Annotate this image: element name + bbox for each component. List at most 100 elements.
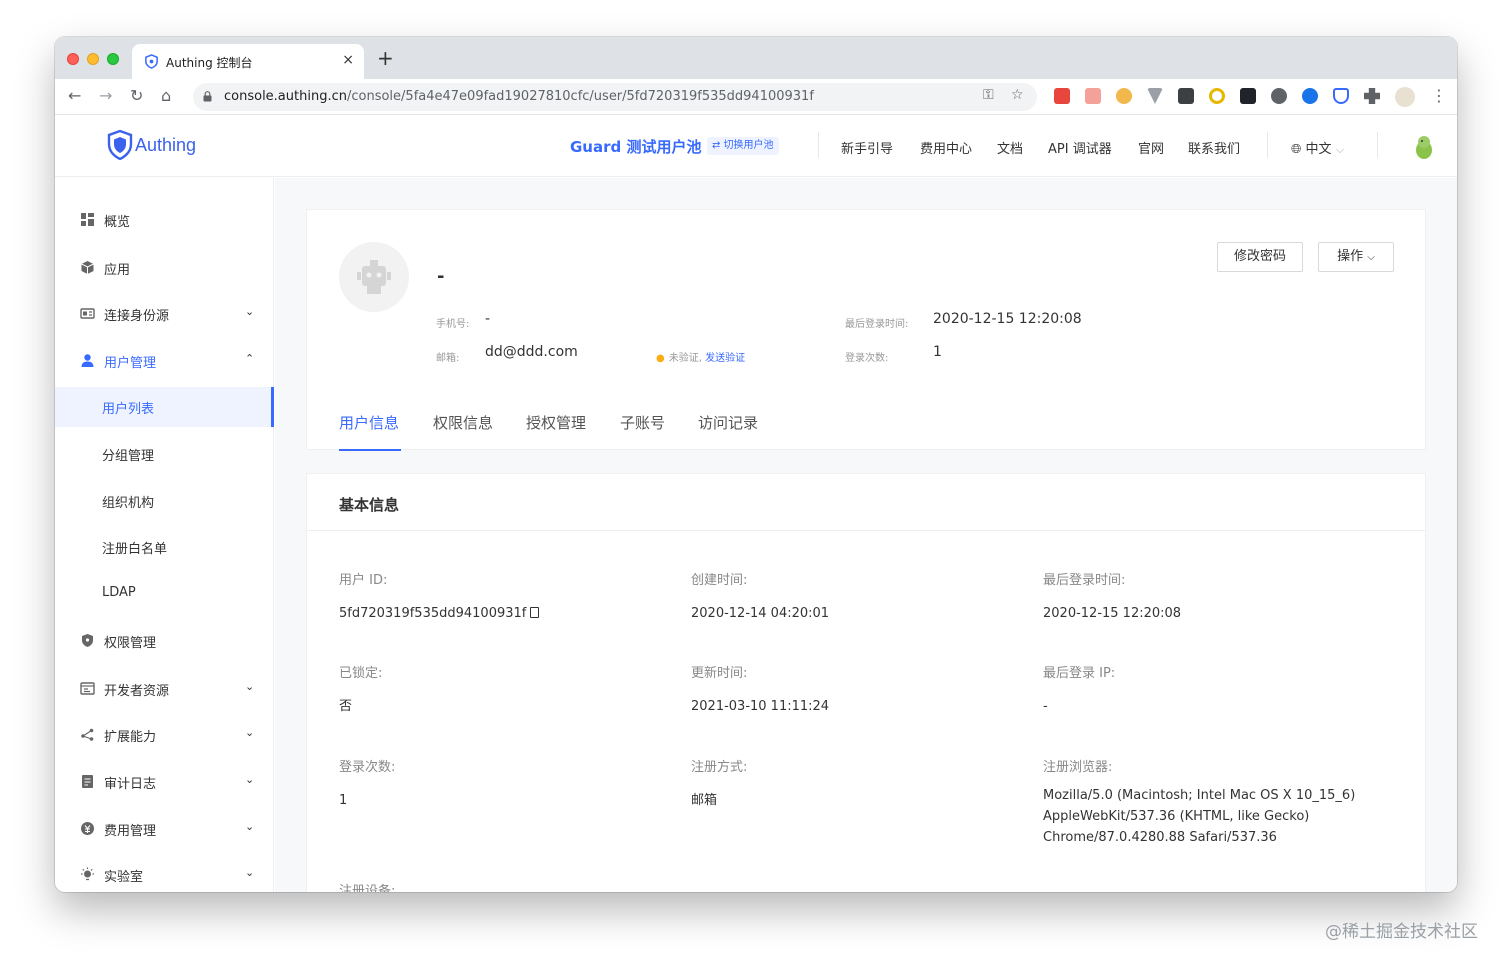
switch-pool-button[interactable]: ⇄ 切换用户池 [707, 137, 779, 155]
extension-react-icon[interactable] [1240, 88, 1256, 104]
sidebar-item-user-management[interactable]: 用户管理 ⌃ [55, 341, 274, 381]
tab-user-info[interactable]: 用户信息 [339, 412, 399, 433]
lock-icon [203, 91, 212, 102]
sidebar-item-developer[interactable]: 开发者资源 ⌄ [55, 669, 274, 709]
chevron-down-icon: ⌄ [245, 866, 255, 879]
minimize-window-button[interactable] [87, 53, 99, 65]
tab-authorization[interactable]: 授权管理 [526, 412, 586, 433]
actions-dropdown-button[interactable]: 操作 ⌵ [1318, 242, 1394, 272]
extensions-puzzle-icon[interactable] [1364, 88, 1380, 104]
basic-info-title: 基本信息 [339, 496, 400, 514]
key-icon[interactable]: ⚿ [983, 87, 994, 103]
header-divider [1377, 132, 1378, 158]
divider [307, 530, 1425, 531]
copy-icon[interactable] [530, 607, 540, 618]
nav-official-site[interactable]: 官网 [1138, 138, 1164, 157]
extension-vue-icon[interactable] [1147, 88, 1163, 104]
sidebar-item-label: 概览 [104, 215, 131, 230]
tab-access-log[interactable]: 访问记录 [698, 412, 758, 433]
sidebar-item-permissions[interactable]: 权限管理 [55, 621, 274, 661]
field-value: - [1043, 699, 1048, 714]
sidebar-item-audit-log[interactable]: 审计日志 ⌄ [55, 762, 274, 802]
nav-docs[interactable]: 文档 [997, 138, 1023, 157]
email-verify-status: ● 未验证, 发送验证 [656, 353, 746, 364]
sidebar-subitem-label: 用户列表 [102, 402, 155, 417]
user-icon [81, 354, 94, 367]
chevron-down-icon: ⌄ [245, 305, 255, 318]
nav-api-explorer[interactable]: API 调试器 [1048, 138, 1112, 157]
extension-fe-icon[interactable] [1054, 88, 1070, 104]
user-profile-card: - 手机号: - 邮箱: dd@ddd.com ● 未验证, 发送验证 最后登录时… [306, 209, 1426, 451]
sidebar-item-billing[interactable]: 费用管理 ⌄ [55, 809, 274, 849]
more-menu-icon[interactable]: ⋮ [1431, 86, 1447, 105]
chevron-up-icon: ⌃ [245, 352, 255, 365]
logo-text[interactable]: Authing [135, 135, 196, 156]
nav-contact[interactable]: 联系我们 [1188, 138, 1240, 157]
sidebar-item-label: 连接身份源 [104, 309, 170, 324]
robot-avatar [339, 242, 409, 312]
sidebar-item-extensions[interactable]: 扩展能力 ⌄ [55, 715, 274, 755]
sidebar-subitem-user-list[interactable]: 用户列表 [55, 387, 274, 427]
sidebar-item-label: 扩展能力 [104, 730, 157, 745]
home-icon[interactable]: ⌂ [161, 86, 171, 105]
new-tab-button[interactable]: + [377, 48, 394, 68]
sidebar-item-label: 实验室 [104, 870, 144, 885]
chevron-down-icon: ⌵ [1335, 143, 1345, 156]
sidebar-subitem-whitelist[interactable]: 注册白名单 [55, 527, 274, 567]
sidebar-item-label: 权限管理 [104, 636, 157, 651]
close-window-button[interactable] [67, 53, 79, 65]
app-cube-icon [81, 261, 94, 274]
phone-label: 手机号: [436, 319, 470, 330]
extension-tree-icon[interactable] [1085, 88, 1101, 104]
forward-icon[interactable]: → [99, 86, 112, 105]
extension-chat-icon[interactable] [1271, 88, 1287, 104]
nav-billing-center[interactable]: 费用中心 [920, 138, 972, 157]
lab-bulb-icon [81, 867, 94, 881]
send-verification-link[interactable]: 发送验证 [705, 353, 745, 364]
field-value: 1 [339, 793, 348, 808]
sidebar-subitem-organization[interactable]: 组织机构 [55, 481, 274, 521]
chevron-down-icon: ⌄ [245, 820, 255, 833]
field-label: 注册设备: [339, 884, 396, 892]
field-label: 注册浏览器: [1043, 760, 1113, 775]
profile-avatar-icon[interactable] [1395, 87, 1415, 107]
extension-grid-icon[interactable] [1178, 88, 1194, 104]
extension-ring-icon[interactable] [1209, 88, 1225, 104]
url-text: console.authing.cn/console/5fa4e47e09fad… [224, 89, 814, 104]
sidebar-item-apps[interactable]: 应用 [55, 248, 274, 288]
tab-sub-accounts[interactable]: 子账号 [620, 412, 665, 433]
extension-sync-icon[interactable] [1302, 88, 1318, 104]
back-icon[interactable]: ← [68, 86, 81, 105]
language-switcher[interactable]: 🌐︎ 中文 ⌵ [1291, 138, 1344, 157]
billing-icon [81, 822, 94, 835]
header-divider [1267, 132, 1268, 158]
sidebar-item-identity-sources[interactable]: 连接身份源 ⌄ [55, 294, 274, 334]
sidebar-subitem-ldap[interactable]: LDAP [55, 574, 274, 614]
browser-tab[interactable]: Authing 控制台 × [132, 44, 364, 79]
authing-logo-icon[interactable] [107, 130, 133, 160]
extension-authing-icon[interactable] [1333, 88, 1349, 104]
watermark: @稀土掘金技术社区 [1325, 922, 1478, 942]
url-bar[interactable]: console.authing.cn/console/5fa4e47e09fad… [193, 83, 1037, 111]
chevron-down-icon: ⌄ [245, 726, 255, 739]
field-value-line: AppleWebKit/537.36 (KHTML, like Gecko) [1043, 809, 1310, 824]
nav-guide[interactable]: 新手引导 [841, 138, 893, 157]
authing-shield-icon [145, 54, 158, 69]
email-label: 邮箱: [436, 353, 460, 364]
tab-permission-info[interactable]: 权限信息 [433, 412, 493, 433]
sidebar-subitem-groups[interactable]: 分组管理 [55, 434, 274, 474]
developer-icon [80, 682, 95, 695]
change-password-button[interactable]: 修改密码 [1217, 242, 1303, 272]
field-label: 更新时间: [691, 666, 748, 681]
tab-close-icon[interactable]: × [342, 52, 354, 68]
sidebar: 概览 应用 连接身份源 ⌄ 用户管理 ⌃ 用户列表 分组管理 组织机构 注册白名… [55, 178, 274, 892]
extension-shield-icon[interactable] [1116, 88, 1132, 104]
maximize-window-button[interactable] [107, 53, 119, 65]
user-display-name: - [437, 266, 445, 287]
sidebar-item-overview[interactable]: 概览 [55, 200, 274, 240]
bookmark-star-icon[interactable]: ☆ [1011, 87, 1024, 103]
reload-icon[interactable]: ↻ [130, 86, 143, 105]
user-avatar[interactable] [1413, 134, 1435, 160]
sidebar-item-lab[interactable]: 实验室 ⌄ [55, 855, 274, 892]
field-label: 最后登录 IP: [1043, 666, 1116, 681]
